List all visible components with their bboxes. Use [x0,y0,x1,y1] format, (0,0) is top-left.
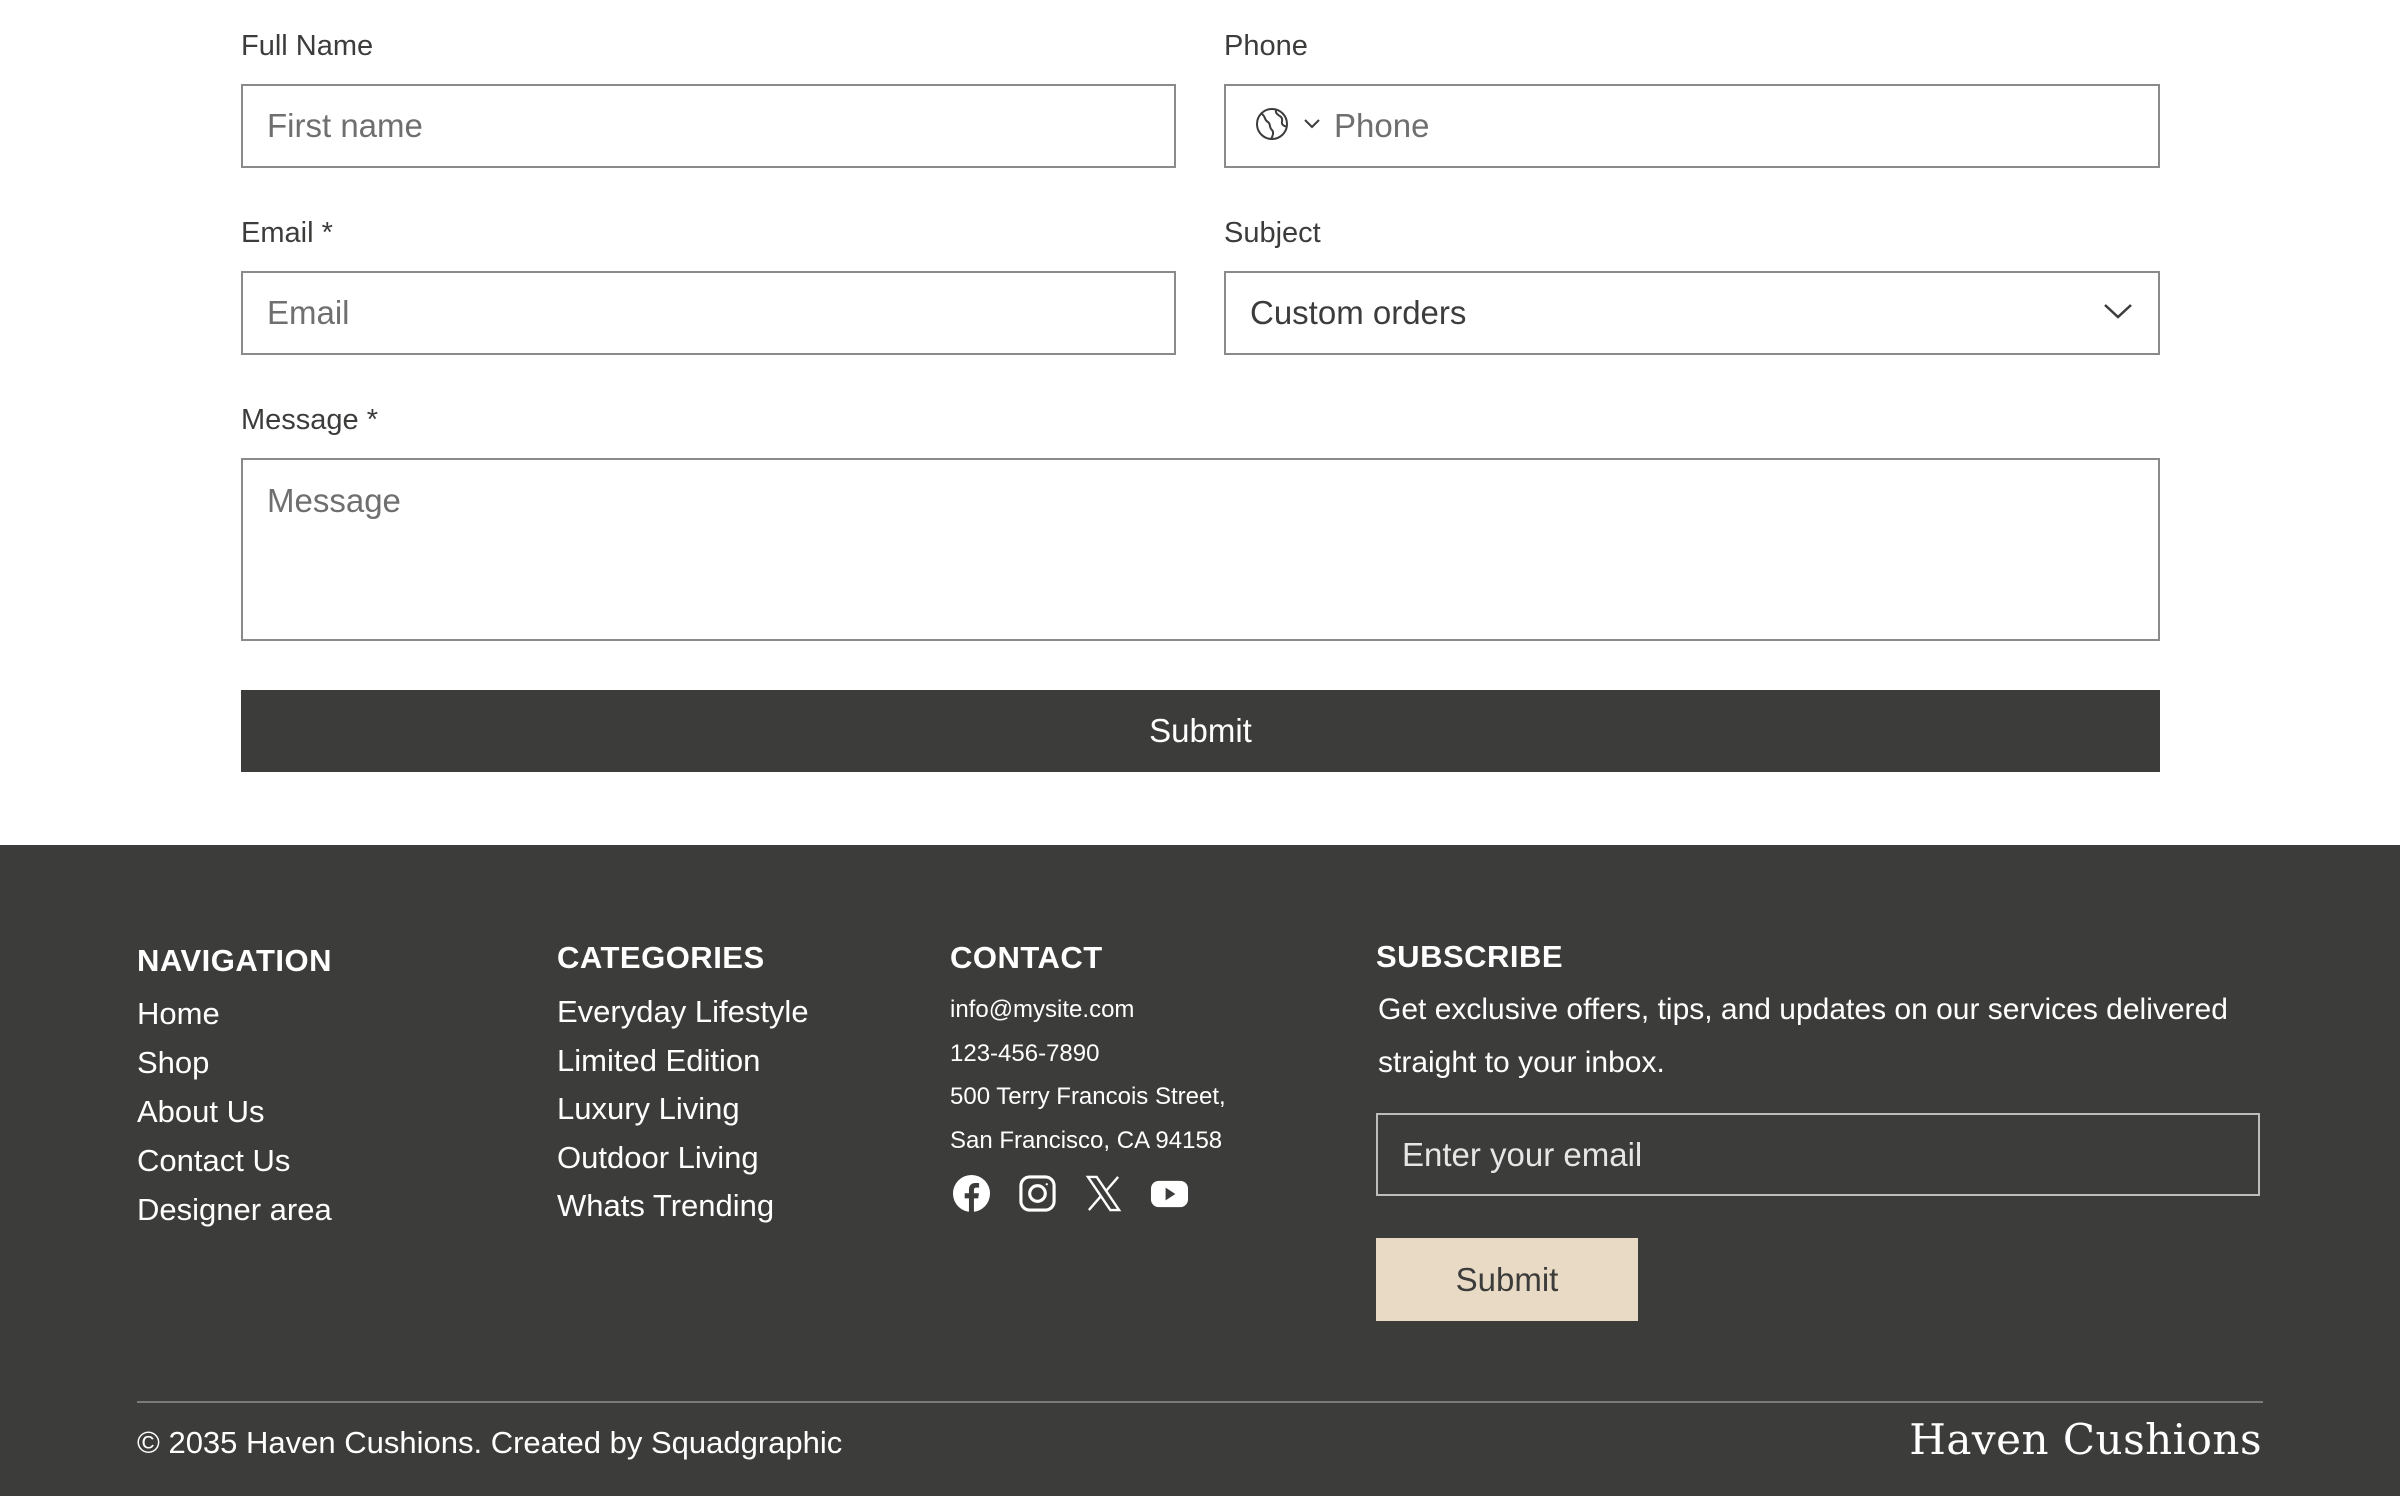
list-item: Limited Edition [557,1039,809,1088]
footer-navigation: NAVIGATION Home Shop About Us Contact Us… [137,943,332,1237]
x-icon[interactable] [1084,1174,1123,1213]
contact-email: info@mysite.com [950,996,1135,1023]
subject-selected-value: Custom orders [1250,294,1467,331]
category-link-whats-trending[interactable]: Whats Trending [557,1184,809,1228]
chevron-down-icon [2102,301,2134,326]
message-field-container [241,458,2160,641]
list-item: Everyday Lifestyle [557,990,809,1039]
navigation-list: Home Shop About Us Contact Us Designer a… [137,992,332,1237]
category-link-luxury-living[interactable]: Luxury Living [557,1087,809,1131]
site-footer: NAVIGATION Home Shop About Us Contact Us… [0,845,2400,1496]
footer-categories: CATEGORIES Everyday Lifestyle Limited Ed… [557,940,809,1233]
subscribe-submit-button[interactable]: Submit [1376,1238,1638,1321]
full-name-field-container [241,84,1176,168]
message-textarea[interactable] [243,460,2158,639]
chevron-down-icon [1302,117,1322,136]
contact-address-line1: 500 Terry Francois Street, [950,1083,1226,1110]
list-item: Shop [137,1041,332,1090]
subscribe-email-input[interactable] [1378,1115,2258,1194]
list-item: Contact Us [137,1139,332,1188]
footer-contact: CONTACT info@mysite.com 123-456-7890 500… [950,940,1226,1213]
list-item: Luxury Living [557,1087,809,1136]
copyright-text: © 2035 Haven Cushions. Created by Squadg… [137,1425,843,1460]
nav-link-contact-us[interactable]: Contact Us [137,1139,332,1183]
footer-subscribe: SUBSCRIBE Get exclusive offers, tips, an… [1376,939,2260,1321]
full-name-input[interactable] [243,86,1174,166]
nav-link-home[interactable]: Home [137,992,332,1036]
nav-link-about-us[interactable]: About Us [137,1090,332,1134]
navigation-title: NAVIGATION [137,943,333,978]
contact-phone: 123-456-7890 [950,1039,1100,1067]
subscribe-field-container [1376,1113,2260,1196]
submit-button[interactable]: Submit [241,690,2160,772]
nav-link-designer-area[interactable]: Designer area [137,1188,332,1232]
subscribe-text: Get exclusive offers, tips, and updates … [1378,993,2228,1079]
subject-label: Subject [1224,217,1321,249]
globe-icon [1254,106,1290,147]
subject-select[interactable]: Custom orders [1224,271,2160,355]
social-links [952,1174,1226,1213]
contact-details: info@mysite.com 123-456-7890 500 Terry F… [950,990,1226,1164]
nav-link-shop[interactable]: Shop [137,1041,332,1085]
email-field-container [241,271,1176,355]
email-label: Email * [241,217,333,249]
contact-address-line2: San Francisco, CA 94158 [950,1126,1223,1154]
phone-country-selector[interactable] [1226,86,1322,166]
footer-divider [137,1401,2263,1403]
list-item: Designer area [137,1188,332,1237]
contact-title: CONTACT [950,940,1103,975]
brand-logo[interactable]: Haven Cushions [1909,1415,2262,1464]
phone-label: Phone [1224,30,1308,62]
category-link-outdoor-living[interactable]: Outdoor Living [557,1136,809,1180]
list-item: Home [137,992,332,1041]
full-name-label: Full Name [241,30,374,62]
youtube-icon[interactable] [1150,1174,1189,1213]
instagram-icon[interactable] [1018,1174,1057,1213]
categories-title: CATEGORIES [557,940,765,975]
category-link-limited-edition[interactable]: Limited Edition [557,1039,809,1083]
email-input[interactable] [243,273,1174,353]
list-item: Outdoor Living [557,1136,809,1185]
subscribe-title: SUBSCRIBE [1376,939,1564,974]
facebook-icon[interactable] [952,1174,991,1213]
list-item: Whats Trending [557,1184,809,1233]
contact-form: Full Name Phone Email * Subject [241,0,2160,845]
phone-field-container [1224,84,2160,168]
category-link-everyday-lifestyle[interactable]: Everyday Lifestyle [557,990,809,1034]
list-item: About Us [137,1090,332,1139]
phone-input[interactable] [1322,86,2158,166]
categories-list: Everyday Lifestyle Limited Edition Luxur… [557,990,809,1233]
message-label: Message * [241,404,379,436]
